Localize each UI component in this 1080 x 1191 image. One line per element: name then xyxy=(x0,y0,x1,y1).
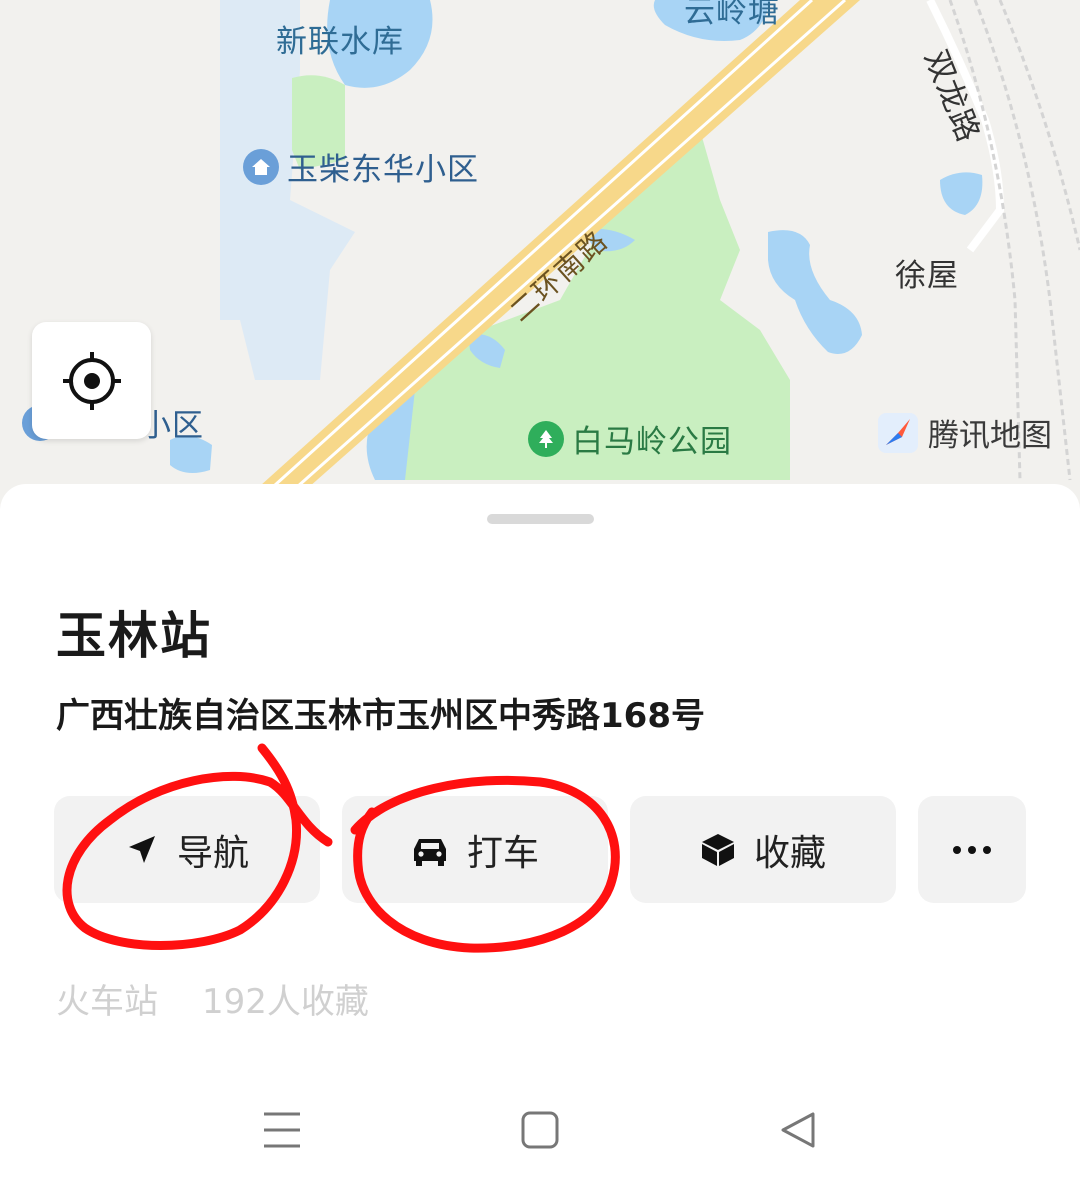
poi-residence-label: 玉柴东华小区 xyxy=(287,152,479,188)
poi-park-label: 白马岭公园 xyxy=(572,424,732,460)
car-icon xyxy=(413,838,446,866)
taxi-button[interactable]: 打车 xyxy=(342,796,608,903)
square-home-icon xyxy=(521,1111,559,1149)
tencent-map-logo-icon xyxy=(878,412,918,453)
system-navigation-bar xyxy=(0,1080,1080,1191)
menu-lines-icon xyxy=(264,1112,300,1148)
navigate-button[interactable]: 导航 xyxy=(54,796,320,903)
map-label-reservoir[interactable]: 新联水库 xyxy=(276,16,404,61)
poi-park[interactable]: 白马岭公园 xyxy=(528,416,732,461)
map-view[interactable]: 新联水库 云岭塘 双龙路 徐屋 二环南路 玉柴东华小区 小区 白马岭公园 腾讯地… xyxy=(0,0,1080,520)
place-meta: 火车站 192人收藏 xyxy=(56,974,369,1023)
favorite-button[interactable]: 收藏 xyxy=(630,796,896,903)
home-icon xyxy=(243,148,279,185)
poi-residence[interactable]: 玉柴东华小区 xyxy=(243,144,479,189)
tree-icon xyxy=(528,420,564,457)
place-favorite-count: 192人收藏 xyxy=(202,982,369,1022)
place-address: 广西壮族自治区玉林市玉州区中秀路168号 xyxy=(56,696,705,736)
logo-text: 腾讯地图 xyxy=(928,418,1052,454)
taxi-button-label: 打车 xyxy=(466,832,539,874)
place-name: 玉林站 xyxy=(56,607,212,665)
sheet-drag-handle[interactable] xyxy=(487,514,594,524)
more-button[interactable] xyxy=(918,796,1026,903)
map-label-xuwu[interactable]: 徐屋 xyxy=(895,250,959,295)
menu-nav-button[interactable] xyxy=(252,1100,312,1160)
home-nav-button[interactable] xyxy=(510,1100,570,1160)
triangle-back-icon xyxy=(781,1112,815,1148)
crosshair-icon xyxy=(62,351,121,410)
navigation-arrow-icon xyxy=(128,835,155,863)
tencent-map-logo: 腾讯地图 xyxy=(876,410,1052,455)
navigate-button-label: 导航 xyxy=(176,832,249,874)
box-icon xyxy=(701,833,734,866)
map-label-pond[interactable]: 云岭塘 xyxy=(684,0,780,31)
place-category: 火车站 xyxy=(56,982,158,1022)
action-buttons: 导航 打车 收藏 xyxy=(0,796,1080,903)
locate-button[interactable] xyxy=(32,322,151,439)
back-nav-button[interactable] xyxy=(768,1100,828,1160)
favorite-button-label: 收藏 xyxy=(753,832,826,874)
more-horizontal-icon xyxy=(953,845,991,854)
